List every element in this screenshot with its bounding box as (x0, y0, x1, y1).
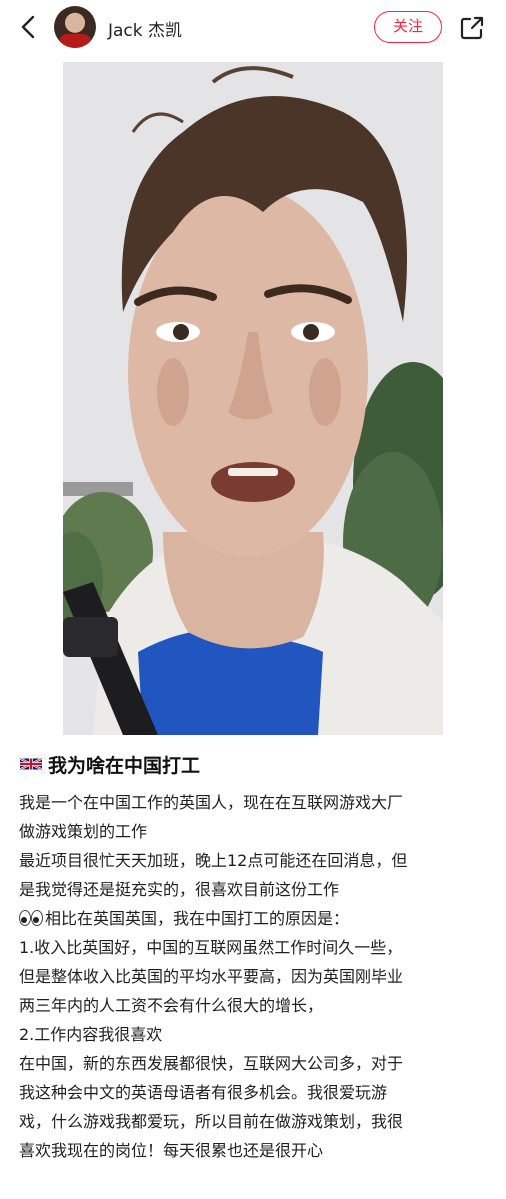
post-photo[interactable] (63, 62, 443, 735)
eyes-emoji-icon (19, 910, 43, 926)
uk-flag-icon (20, 757, 42, 771)
share-icon[interactable] (458, 14, 486, 42)
post-title-row: 我为啥在中国打工 (20, 750, 200, 778)
avatar[interactable] (54, 6, 96, 48)
body-line: 我这种会中文的英语母语者有很多机会。我很爱玩游 (19, 1083, 388, 1102)
body-line: 戏，什么游戏我都爱玩，所以目前在做游戏策划，我很 (19, 1112, 404, 1131)
author-name[interactable]: Jack 杰凯 (108, 16, 182, 41)
body-line: 我是一个在中国工作的英国人，现在在互联网游戏大厂 (19, 793, 404, 812)
follow-button[interactable]: 关注 (374, 11, 442, 43)
body-line: 做游戏策划的工作 (19, 822, 148, 841)
post-body: 我是一个在中国工作的英国人，现在在互联网游戏大厂 做游戏策划的工作 最近项目很忙… (19, 788, 491, 1165)
body-line: 两三年内的人工资不会有什么很大的增长， (19, 996, 324, 1015)
chevron-left-icon[interactable] (14, 12, 44, 42)
post-title: 我为啥在中国打工 (48, 754, 201, 777)
body-line: 是我觉得还是挺充实的，很喜欢目前这份工作 (19, 880, 340, 899)
body-line: 最近项目很忙天天加班，晚上12点可能还在回消息，但 (19, 851, 408, 870)
body-line: 1.收入比英国好，中国的互联网虽然工作时间久一些， (19, 938, 403, 957)
body-line: 喜欢我现在的岗位！每天很累也还是很开心 (19, 1141, 324, 1160)
top-bar: Jack 杰凯 关注 (0, 0, 506, 56)
body-line: 但是整体收入比英国的平均水平要高，因为英国刚毕业 (19, 967, 404, 986)
body-line-with-emoji: 相比在英国英国，我在中国打工的原因是： (19, 904, 491, 933)
body-line: 2.工作内容我很喜欢 (19, 1025, 163, 1044)
body-line: 在中国，新的东西发展都很快，互联网大公司多，对于 (19, 1054, 404, 1073)
